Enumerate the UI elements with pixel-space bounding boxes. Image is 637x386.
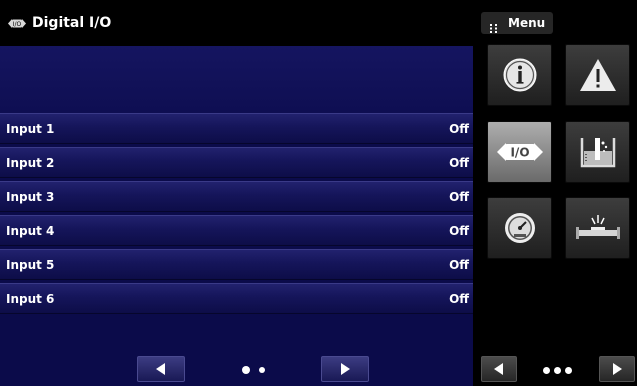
- title-bar: I/O Digital I/O: [0, 0, 473, 46]
- digital-io-tile[interactable]: I/O: [487, 121, 552, 183]
- warning-icon: [579, 59, 616, 91]
- input-row-3[interactable]: Input 3 Off: [0, 181, 473, 212]
- menu-page-dot: [565, 367, 572, 374]
- page-title: Digital I/O: [32, 15, 112, 31]
- input-state: Off: [449, 223, 469, 238]
- chevron-right-icon: [341, 363, 350, 375]
- input-row-6[interactable]: Input 6 Off: [0, 283, 473, 314]
- warning-tile[interactable]: [565, 44, 630, 106]
- input-label: Input 5: [6, 257, 55, 272]
- balance-tile[interactable]: [565, 197, 630, 259]
- leak-test-tile[interactable]: [565, 121, 630, 183]
- gauge-icon: [504, 213, 535, 243]
- input-state: Off: [449, 257, 469, 272]
- menu-page-dot: [554, 367, 561, 374]
- chevron-left-icon: [494, 363, 503, 375]
- input-state: Off: [449, 189, 469, 204]
- digital-io-icon: I/O: [8, 18, 26, 29]
- menu-header: Menu: [473, 0, 637, 46]
- gauge-tile[interactable]: [487, 197, 552, 259]
- menu-label: Menu: [508, 16, 546, 30]
- page-dot: [259, 367, 265, 373]
- input-row-1[interactable]: Input 1 Off: [0, 113, 473, 144]
- svg-text:I/O: I/O: [13, 21, 22, 28]
- menu-button[interactable]: Menu: [481, 12, 553, 34]
- leak-test-icon: [580, 138, 615, 168]
- input-state: Off: [449, 291, 469, 306]
- balance-icon: [575, 215, 620, 239]
- menu-page-dot-current: [543, 367, 550, 374]
- input-label: Input 2: [6, 155, 55, 170]
- menu-prev-button[interactable]: [481, 356, 517, 382]
- grid-icon: [489, 18, 499, 33]
- input-row-4[interactable]: Input 4 Off: [0, 215, 473, 246]
- list-pager: [0, 354, 473, 386]
- info-tile[interactable]: [487, 44, 552, 106]
- input-label: Input 1: [6, 121, 55, 136]
- input-label: Input 3: [6, 189, 55, 204]
- input-state: Off: [449, 155, 469, 170]
- input-row-5[interactable]: Input 5 Off: [0, 249, 473, 280]
- input-label: Input 6: [6, 291, 55, 306]
- chevron-right-icon: [613, 363, 622, 375]
- input-label: Input 4: [6, 223, 55, 238]
- menu-next-button[interactable]: [599, 356, 635, 382]
- page-dot-current: [242, 366, 250, 374]
- digital-io-icon: I/O: [496, 143, 543, 161]
- svg-text:I/O: I/O: [510, 146, 529, 160]
- prev-page-button[interactable]: [137, 356, 185, 382]
- chevron-left-icon: [156, 363, 165, 375]
- next-page-button[interactable]: [321, 356, 369, 382]
- info-icon: [503, 58, 536, 92]
- menu-pager: [473, 352, 637, 386]
- panel-header-area: [0, 46, 473, 113]
- input-row-2[interactable]: Input 2 Off: [0, 147, 473, 178]
- input-state: Off: [449, 121, 469, 136]
- digital-io-panel: Input 1 Off Input 2 Off Input 3 Off Inpu…: [0, 46, 473, 386]
